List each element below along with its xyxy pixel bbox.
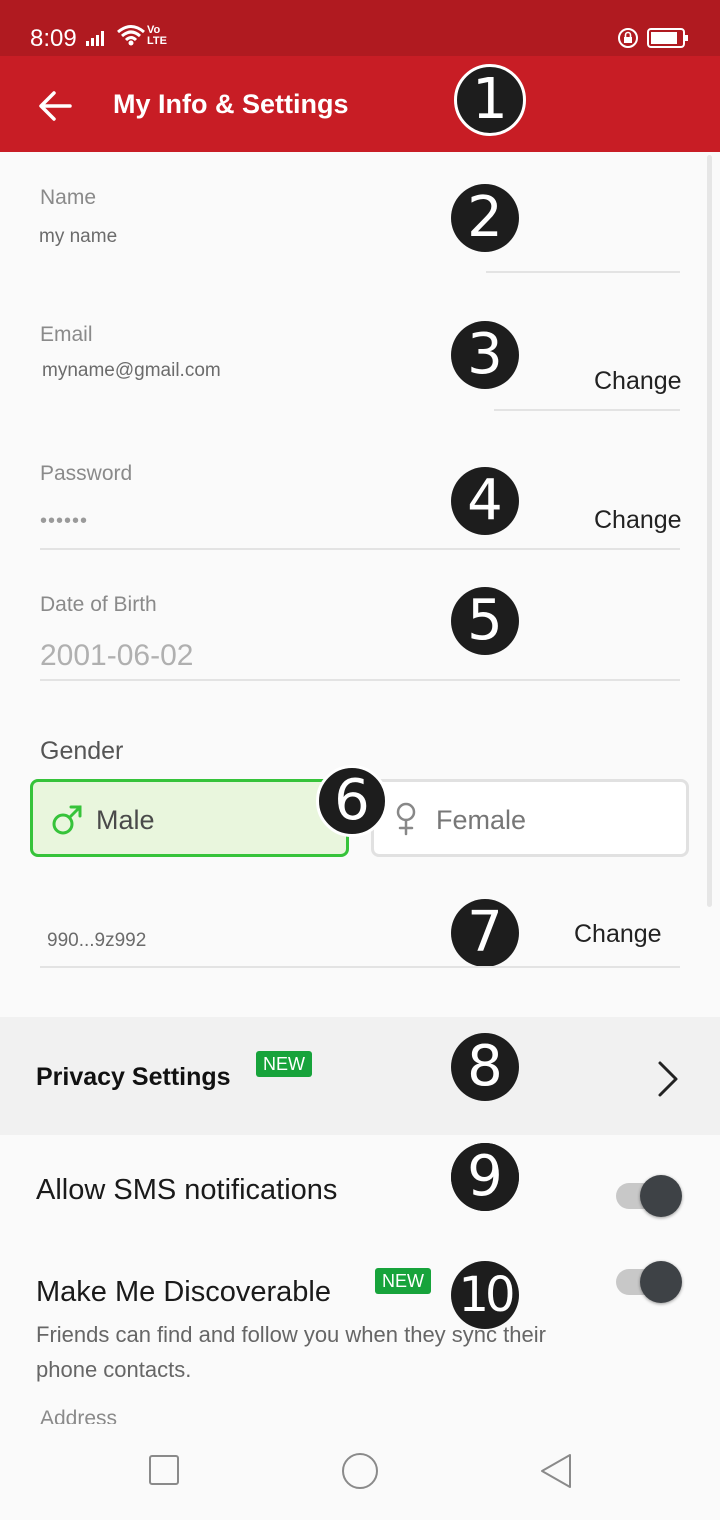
signal-icon bbox=[86, 30, 110, 51]
email-divider bbox=[494, 409, 680, 411]
new-badge: NEW bbox=[375, 1268, 431, 1294]
arrow-left-icon[interactable] bbox=[36, 86, 76, 126]
toggle-knob bbox=[640, 1261, 682, 1303]
status-time: 8:09 bbox=[30, 25, 77, 52]
dob-divider bbox=[40, 679, 680, 681]
email-change-button[interactable]: Change bbox=[594, 367, 682, 396]
chevron-right-icon bbox=[654, 1059, 682, 1104]
home-icon[interactable] bbox=[341, 1452, 379, 1495]
annotation-marker-10: 10 bbox=[451, 1261, 519, 1329]
password-value: •••••• bbox=[40, 510, 89, 532]
password-label: Password bbox=[40, 462, 133, 485]
gender-label: Gender bbox=[40, 737, 124, 765]
name-label: Name bbox=[40, 186, 97, 209]
dob-label: Date of Birth bbox=[40, 593, 157, 616]
volte-indicator: Vo LTE bbox=[147, 24, 167, 47]
gender-female-label: Female bbox=[436, 805, 527, 835]
phone-value: 990...9z992 bbox=[47, 930, 147, 951]
app-bar: My Info & Settings bbox=[0, 56, 720, 152]
gender-male-label: Male bbox=[96, 805, 155, 835]
annotation-marker-8: 8 bbox=[451, 1033, 519, 1101]
annotation-marker-9: 9 bbox=[451, 1143, 519, 1211]
sms-notifications-title: Allow SMS notifications bbox=[36, 1174, 338, 1206]
discoverable-toggle[interactable] bbox=[616, 1260, 682, 1304]
annotation-marker-7: 7 bbox=[451, 899, 519, 967]
rotation-lock-icon bbox=[617, 27, 639, 54]
status-bar: 8:09 Vo LTE bbox=[0, 0, 720, 56]
gender-male-button[interactable]: Male bbox=[30, 779, 349, 857]
email-value: myname@gmail.com bbox=[42, 360, 221, 381]
privacy-settings-title: Privacy Settings bbox=[36, 1063, 231, 1091]
page-title: My Info & Settings bbox=[113, 89, 349, 119]
phone-divider bbox=[40, 966, 680, 968]
privacy-settings-row[interactable]: Privacy Settings NEW bbox=[0, 1017, 720, 1135]
battery-icon bbox=[647, 28, 689, 53]
back-nav-icon[interactable] bbox=[538, 1452, 574, 1495]
gender-female-button[interactable]: Female bbox=[371, 779, 689, 857]
scrollbar[interactable] bbox=[707, 155, 712, 907]
male-icon bbox=[51, 804, 83, 843]
toggle-knob bbox=[640, 1175, 682, 1217]
name-divider bbox=[486, 271, 680, 273]
email-label: Email bbox=[40, 323, 93, 346]
password-change-button[interactable]: Change bbox=[594, 506, 682, 535]
name-value[interactable]: my name bbox=[39, 226, 117, 248]
password-divider bbox=[40, 548, 680, 550]
navigation-bar bbox=[0, 1424, 720, 1520]
discoverable-title: Make Me Discoverable bbox=[36, 1276, 331, 1308]
discoverable-description: Friends can find and follow you when the… bbox=[36, 1322, 546, 1382]
recent-apps-icon[interactable] bbox=[148, 1454, 180, 1491]
phone-change-button[interactable]: Change bbox=[574, 920, 662, 949]
annotation-marker-4: 4 bbox=[451, 467, 519, 535]
annotation-marker-1: 1 bbox=[454, 64, 526, 136]
new-badge: NEW bbox=[256, 1051, 312, 1077]
annotation-marker-6: 6 bbox=[316, 765, 388, 837]
dob-value[interactable]: 2001-06-02 bbox=[40, 639, 193, 673]
wifi-icon bbox=[116, 24, 146, 51]
sms-notifications-toggle[interactable] bbox=[616, 1174, 682, 1218]
female-icon bbox=[394, 802, 418, 843]
annotation-marker-2: 2 bbox=[451, 184, 519, 252]
annotation-marker-3: 3 bbox=[451, 321, 519, 389]
annotation-marker-5: 5 bbox=[451, 587, 519, 655]
